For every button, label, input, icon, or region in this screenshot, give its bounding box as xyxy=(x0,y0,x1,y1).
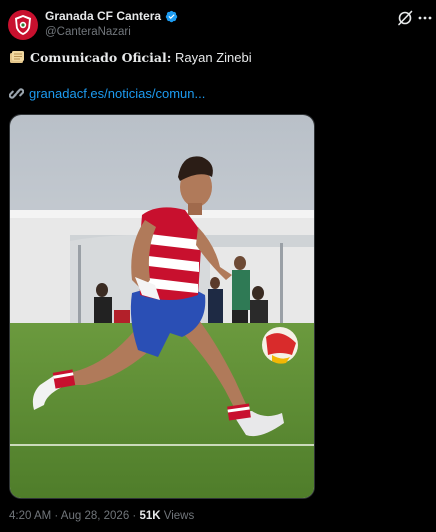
announcement-label: Comunicado Oficial: xyxy=(30,50,172,65)
author-name[interactable]: Granada CF Cantera xyxy=(45,9,161,23)
announcement-subject: Rayan Zinebi xyxy=(171,50,252,65)
club-crest-icon xyxy=(15,15,31,35)
verified-badge-icon xyxy=(165,10,178,22)
tweet-photo[interactable] xyxy=(9,114,315,499)
author-handle[interactable]: @CanteraNazari xyxy=(45,26,131,38)
tweet-time[interactable]: 4:20 AM xyxy=(9,510,51,522)
views-label: Views xyxy=(163,510,195,522)
scroll-emoji xyxy=(10,51,24,63)
more-icon[interactable] xyxy=(418,9,432,27)
tweet-text-line-2: granadacf.es/noticias/comun... xyxy=(9,86,205,101)
football-player-photo xyxy=(10,115,314,498)
tweet-date[interactable]: Aug 28, 2026 xyxy=(61,510,129,522)
grok-icon[interactable] xyxy=(396,9,414,27)
author-name-row[interactable]: Granada CF Cantera xyxy=(45,9,178,23)
avatar[interactable] xyxy=(8,10,38,40)
tweet-meta: 4:20 AM · Aug 28, 2026 · 51K Views xyxy=(9,510,195,522)
tweet-text-line-1: Comunicado Oficial: Rayan Zinebi xyxy=(9,50,252,65)
link-emoji xyxy=(9,88,24,99)
article-link[interactable]: granadacf.es/noticias/comun... xyxy=(29,86,205,101)
views-count: 51K xyxy=(139,510,161,522)
